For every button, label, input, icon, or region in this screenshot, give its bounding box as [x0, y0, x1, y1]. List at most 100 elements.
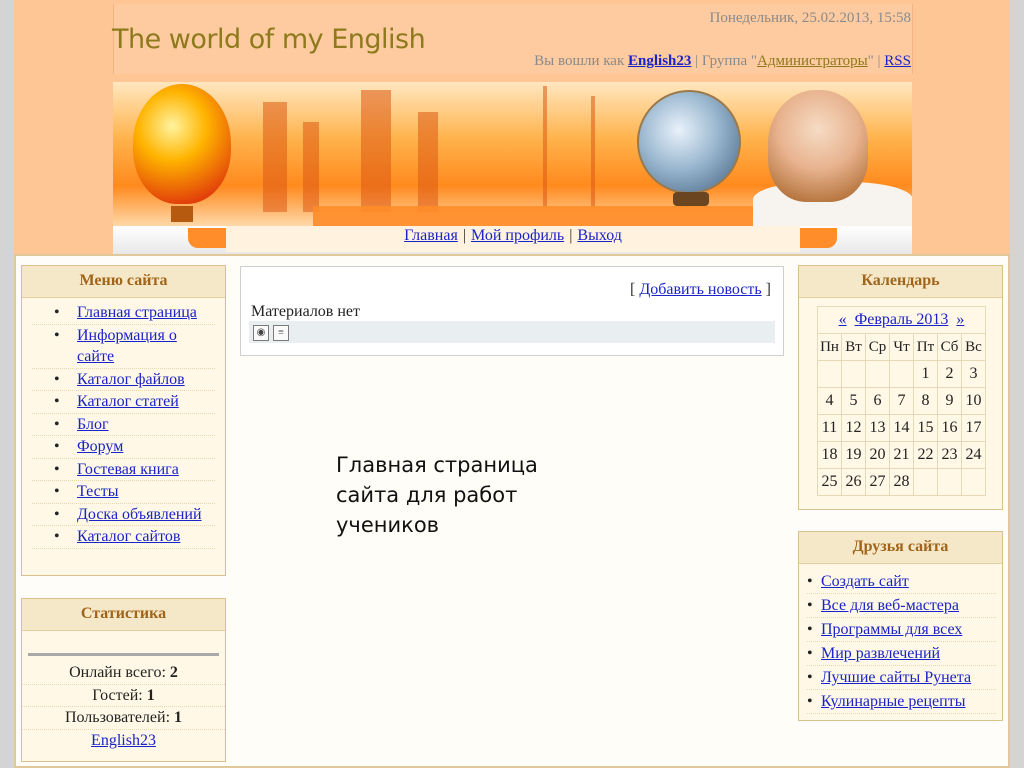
friends-link[interactable]: Создать сайт [821, 573, 909, 590]
menu-item-tests: Тесты [32, 481, 215, 504]
eye-icon[interactable]: ◉ [253, 325, 269, 341]
document-icon[interactable]: ≡ [273, 325, 289, 341]
ship-mast-image [591, 96, 595, 206]
stats-online-label: Онлайн всего: [69, 664, 166, 681]
weekday-label: Вс [961, 333, 986, 361]
calendar-next-link[interactable]: » [956, 311, 964, 328]
friends-link[interactable]: Лучшие сайты Рунета [821, 669, 971, 686]
calendar-day: 10 [961, 387, 986, 415]
calendar-day: 8 [913, 387, 938, 415]
news-block: [ Добавить новость ] Материалов нет ◉ ≡ [240, 266, 784, 356]
friends-link[interactable]: Кулинарные рецепты [821, 693, 965, 710]
rss-link[interactable]: RSS [884, 53, 911, 69]
calendar-month-row: « Февраль 2013 » [817, 306, 986, 334]
site-menu-list: Главная страница Информация о сайте Ката… [22, 298, 225, 549]
nav-bar: Главная | Мой профиль | Выход [113, 226, 912, 254]
weekday-label: Вт [841, 333, 866, 361]
stats-online-row: Онлайн всего: 2 [22, 662, 225, 685]
friends-link[interactable]: Мир развлечений [821, 645, 940, 662]
group-link[interactable]: Администраторы [757, 53, 868, 69]
calendar-day: 24 [961, 441, 986, 469]
calendar-week-row: 18 19 20 21 22 23 24 [817, 441, 986, 469]
calendar-week-row: 1 2 3 [817, 360, 986, 388]
menu-link[interactable]: Каталог файлов [77, 371, 185, 388]
friends-list: Создать сайт Все для веб-мастера Програм… [799, 564, 1002, 714]
group-prefix: | Группа " [695, 53, 758, 69]
calendar-day: 9 [937, 387, 962, 415]
statistics-divider [28, 653, 219, 656]
calendar-day: 15 [913, 414, 938, 442]
stats-user-link[interactable]: English23 [91, 732, 156, 749]
tower-image [263, 102, 287, 212]
calendar-day: 18 [817, 441, 842, 469]
calendar-day: 27 [865, 468, 890, 496]
site-title: The world of my English [112, 24, 426, 55]
nav-logout-link[interactable]: Выход [577, 227, 622, 244]
menu-link[interactable]: Блог [77, 416, 109, 433]
site-menu-title: Меню сайта [22, 266, 225, 298]
calendar-week-row: 25 26 27 28 [817, 468, 986, 496]
left-gutter [0, 0, 14, 768]
calendar-day: 5 [841, 387, 866, 415]
friends-item: Программы для всех [807, 618, 996, 642]
menu-item-file-catalog: Каталог файлов [32, 369, 215, 391]
statistics-title: Статистика [22, 599, 225, 631]
calendar-day: 14 [889, 414, 914, 442]
calendar-month-link[interactable]: Февраль 2013 [855, 311, 949, 328]
stats-users-row: Пользователей: 1 [22, 707, 225, 730]
menu-link[interactable]: Каталог статей [77, 393, 179, 410]
username-link[interactable]: English23 [628, 53, 691, 69]
friends-block: Друзья сайта Создать сайт Все для веб-ма… [798, 531, 1003, 721]
weekday-label: Чт [889, 333, 914, 361]
calendar-title: Календарь [799, 266, 1002, 298]
calendar-day: 23 [937, 441, 962, 469]
menu-item-site-catalog: Каталог сайтов [32, 526, 215, 549]
calendar-month-cell: « Февраль 2013 » [817, 306, 986, 334]
menu-link[interactable]: Гостевая книга [77, 461, 179, 478]
friends-link[interactable]: Все для веб-мастера [821, 597, 959, 614]
ship-mast-image [543, 86, 547, 206]
weekday-label: Пт [913, 333, 938, 361]
add-news-control: [ Добавить новость ] [630, 281, 771, 299]
calendar-weekday-row: Пн Вт Ср Чт Пт Сб Вс [817, 333, 986, 361]
stats-users-label: Пользователей: [64, 709, 171, 726]
bracket-close: ] [765, 281, 771, 298]
calendar-day: 19 [841, 441, 866, 469]
stats-guests-label: Гостей: [92, 686, 143, 704]
menu-link[interactable]: Главная страница [77, 304, 197, 321]
nav-home-link[interactable]: Главная [404, 227, 458, 244]
add-news-link[interactable]: Добавить новость [639, 281, 761, 298]
menu-item-guestbook: Гостевая книга [32, 459, 215, 481]
news-toolbar: ◉ ≡ [249, 321, 775, 343]
nav-profile-link[interactable]: Мой профиль [471, 227, 564, 244]
menu-item-forum: Форум [32, 436, 215, 459]
menu-item-board: Доска объявлений [32, 504, 215, 526]
friends-link[interactable]: Программы для всех [821, 621, 962, 638]
current-date: Понедельник, 25.02.2013, 15:58 [709, 10, 911, 26]
caption-line: учеников [336, 513, 440, 537]
menu-link[interactable]: Тесты [77, 483, 119, 500]
menu-link[interactable]: Каталог сайтов [77, 528, 180, 545]
page: The world of my English Понедельник, 25.… [0, 0, 1024, 768]
login-status: Вы вошли как English23 | Группа "Админис… [534, 53, 911, 70]
friends-item: Все для веб-мастера [807, 594, 996, 618]
calendar-day: 25 [817, 468, 842, 496]
calendar-day: 21 [889, 441, 914, 469]
stats-users-value: 1 [174, 709, 183, 726]
site-menu-block: Меню сайта Главная страница Информация о… [21, 265, 226, 576]
calendar-day: 1 [913, 360, 938, 388]
calendar-day: 2 [937, 360, 962, 388]
stats-user-row: English23 [22, 730, 225, 752]
calendar-day: 7 [889, 387, 914, 415]
friends-item: Мир развлечений [807, 642, 996, 666]
bracket-open: [ [629, 281, 636, 298]
calendar-week-row: 11 12 13 14 15 16 17 [817, 414, 986, 442]
top-navigation: Главная | Мой профиль | Выход [226, 226, 800, 252]
big-ben-image [361, 90, 391, 212]
calendar-prev-link[interactable]: « [839, 311, 847, 328]
calendar-block: Календарь « Февраль 2013 » Пн Вт Ср Чт П… [798, 265, 1003, 510]
menu-link[interactable]: Доска объявлений [77, 506, 202, 523]
menu-link[interactable]: Форум [77, 438, 123, 455]
menu-link[interactable]: Информация о сайте [77, 327, 177, 366]
calendar-day: 3 [961, 360, 986, 388]
